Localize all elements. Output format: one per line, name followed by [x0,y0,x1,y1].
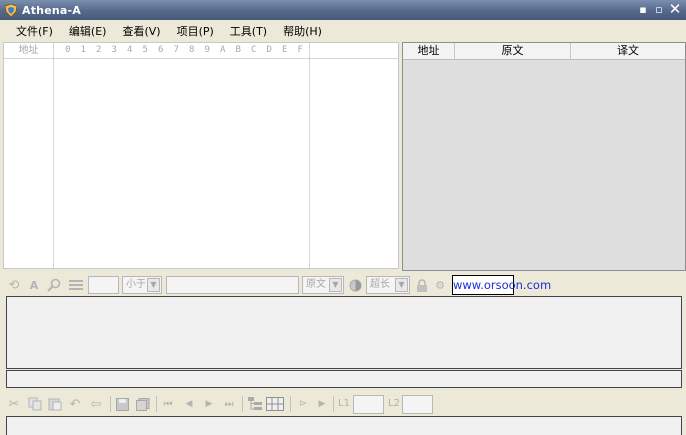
list-icon[interactable] [68,277,84,293]
compare-select-value: 小于 [126,279,146,290]
minimize-button[interactable]: ▪ [636,2,650,16]
l1-input[interactable] [353,395,384,414]
l2-input[interactable] [402,395,433,414]
menu-tools[interactable]: 工具(T) [222,23,275,39]
hex-col-0: 0 [65,45,71,55]
toolbar-separator [333,396,334,412]
menu-help[interactable]: 帮助(H) [275,23,330,39]
overlength-label: 超长 [370,279,390,290]
col-header-source[interactable]: 原文 [455,43,571,59]
font-icon[interactable]: A [26,277,42,293]
hex-col-a: A [220,45,226,55]
hex-col-d: D [266,45,272,55]
chevron-down-icon: ▼ [329,278,342,292]
hex-col-3: 3 [111,45,117,55]
gear-icon[interactable]: ⚙ [432,277,448,293]
hex-col-2: 2 [96,45,102,55]
title-bar: Athena-A ▪ ▫ ✕ [0,0,686,20]
back-arrow-icon[interactable]: ⇦ [88,396,104,412]
app-shield-icon [4,3,18,17]
play-from-icon[interactable]: ⊳ [295,396,311,412]
hex-header: 地址 0 1 2 3 4 5 6 7 8 9 A B C D E F [4,43,398,59]
refresh-icon[interactable]: ⟲ [6,277,22,293]
toolbar-separator [110,396,111,412]
hex-col-6: 6 [158,45,164,55]
chevron-down-icon: ▼ [395,278,408,292]
translation-text-area[interactable] [6,416,682,435]
save-icon[interactable] [114,396,130,412]
menu-bar: 文件(F) 编辑(E) 查看(V) 项目(P) 工具(T) 帮助(H) [0,20,686,41]
lock-icon[interactable] [414,277,430,293]
hex-column-headers: 0 1 2 3 4 5 6 7 8 9 A B C D E F [60,43,308,59]
close-button[interactable]: ✕ [668,1,682,16]
watermark-text: www.orsoon.com [452,275,551,295]
compare-select[interactable]: 小于 ▼ [122,276,162,294]
ball-icon[interactable] [347,277,363,293]
restore-button[interactable]: ▫ [652,2,666,16]
menu-view[interactable]: 查看(V) [114,23,168,39]
hex-col-f: F [297,45,303,55]
hex-view-pane[interactable]: 地址 0 1 2 3 4 5 6 7 8 9 A B C D E F [3,42,399,269]
copy-icon[interactable] [27,396,43,412]
hex-col-7: 7 [173,45,179,55]
length-input[interactable] [88,276,119,294]
cut-icon[interactable]: ✂ [6,396,22,412]
col-header-translation[interactable]: 译文 [571,43,685,59]
status-bar [6,370,682,388]
hex-col-8: 8 [189,45,195,55]
search-icon[interactable] [46,277,62,293]
save-all-icon[interactable] [135,396,151,412]
window-title: Athena-A [22,3,81,17]
next-record-icon[interactable]: ▶ [201,396,217,412]
l1-label: L1 [338,398,350,409]
translation-table-header: 地址 原文 译文 [403,43,685,60]
chevron-down-icon: ▼ [147,278,160,292]
hex-col-1: 1 [80,45,86,55]
menu-project[interactable]: 项目(P) [169,23,222,39]
source-select[interactable]: 原文 ▼ [302,276,344,294]
first-record-icon[interactable]: ⏮ [160,396,176,412]
address-column-divider [53,43,54,268]
play-icon[interactable]: ▶ [314,396,330,412]
grid-view-icon[interactable] [265,396,285,412]
hex-col-5: 5 [142,45,148,55]
toolbar-separator [290,396,291,412]
hex-col-9: 9 [204,45,210,55]
text-column-divider [309,43,310,268]
menu-file[interactable]: 文件(F) [8,23,61,39]
previous-record-icon[interactable]: ◀ [181,396,197,412]
paste-icon[interactable] [47,396,63,412]
last-record-icon[interactable]: ⏭ [221,396,237,412]
translation-table[interactable]: 地址 原文 译文 [402,42,686,271]
tree-view-icon[interactable] [247,396,263,412]
source-select-value: 原文 [306,279,326,290]
search-toolbar: ⟲ A 小于 ▼ 原文 ▼ 超长 ▼ ⚙ [0,274,686,296]
source-text-area[interactable] [6,296,682,369]
hex-col-4: 4 [127,45,133,55]
menu-edit[interactable]: 编辑(E) [61,23,115,39]
hex-address-header: 地址 [18,45,39,56]
search-text-input[interactable] [166,276,299,294]
col-header-address[interactable]: 地址 [403,43,455,59]
l2-label: L2 [388,398,400,409]
hex-col-e: E [282,45,288,55]
edit-toolbar: ✂ ↶ ⇦ ⏮ ◀ ▶ ⏭ ⊳ ▶ L1 L2 [0,394,686,414]
overlength-select[interactable]: 超长 ▼ [366,276,410,294]
undo-icon[interactable]: ↶ [67,396,83,412]
toolbar-separator [242,396,243,412]
hex-col-c: C [251,45,257,55]
toolbar-separator [156,396,157,412]
hex-col-b: B [235,45,241,55]
